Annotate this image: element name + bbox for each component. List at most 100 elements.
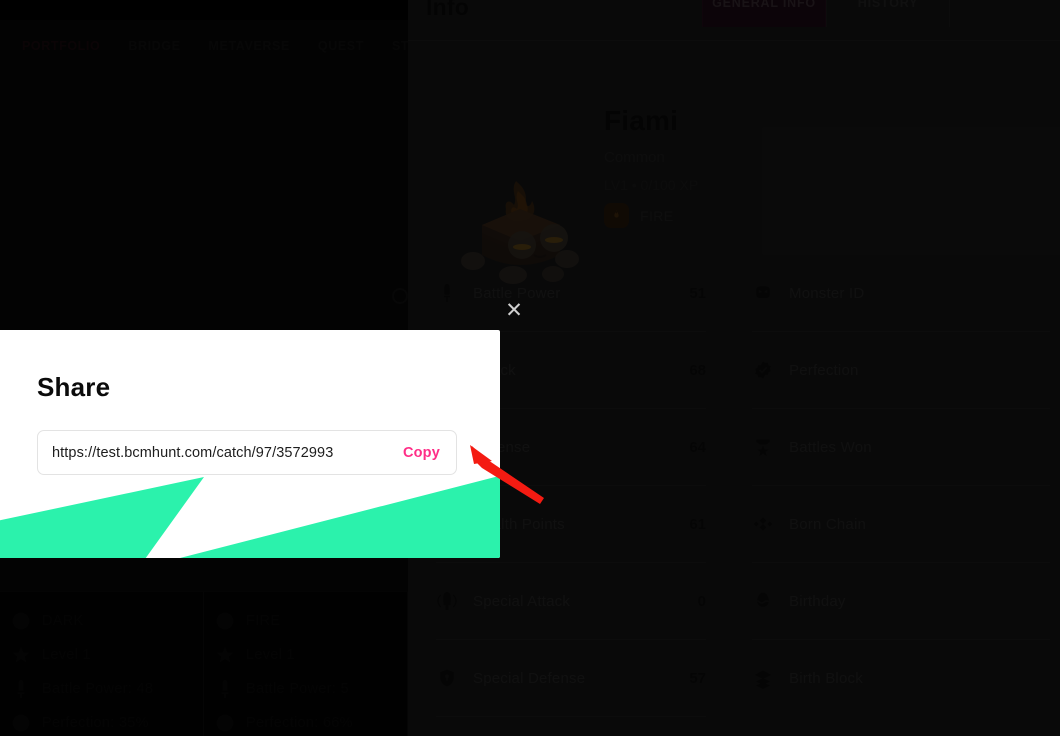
stat-row: Born Chain bbox=[752, 486, 1050, 563]
stat-value: 64 bbox=[689, 438, 706, 456]
monster-name: Fiami bbox=[604, 105, 679, 136]
special-attack-icon bbox=[436, 591, 458, 611]
medal-icon bbox=[752, 437, 774, 457]
card-element-row: DARK bbox=[10, 604, 195, 638]
card-perfection-label: Perfection: 66% bbox=[246, 715, 353, 731]
monster-face-icon bbox=[752, 283, 774, 303]
close-icon[interactable]: ✕ bbox=[503, 299, 525, 321]
element-dark-icon bbox=[10, 610, 32, 632]
nav-item-staking[interactable]: STAKING bbox=[392, 37, 408, 53]
card-power-label: Battle Power: 5 bbox=[246, 681, 349, 697]
share-url-input[interactable] bbox=[52, 444, 401, 461]
card-element-label: DARK bbox=[42, 613, 84, 629]
stats-column-right: Monster ID Perfection Battles Won Born C… bbox=[734, 255, 1060, 736]
card-level-row: Level 1 bbox=[214, 638, 399, 672]
nav-item-quest[interactable]: QUEST bbox=[318, 37, 364, 53]
tab-history[interactable]: HISTORY bbox=[826, 0, 950, 27]
stat-row: Birthday bbox=[752, 563, 1050, 640]
tab-label: HISTORY bbox=[857, 0, 919, 10]
sword-icon bbox=[436, 283, 458, 303]
card-perfection-row: Perfection: 35% bbox=[10, 706, 195, 736]
egg-icon bbox=[752, 591, 774, 611]
stat-value: 0 bbox=[697, 592, 706, 610]
nav-item-portfolio[interactable]: PORTFOLIO bbox=[22, 37, 100, 53]
layers-icon bbox=[752, 669, 774, 689]
stat-label: Perfection bbox=[789, 361, 859, 379]
chain-diamond-icon bbox=[752, 514, 774, 534]
stat-label: Attack bbox=[473, 362, 674, 379]
stat-row: Speed 81 bbox=[436, 717, 706, 736]
stat-row: Special Defense 57 bbox=[436, 640, 706, 717]
card-level-row: Level 1 bbox=[10, 638, 195, 672]
nav-item-bridge[interactable]: BRIDGE bbox=[128, 37, 180, 53]
stat-label: Birth Block bbox=[789, 670, 863, 687]
close-glyph: ✕ bbox=[505, 298, 523, 322]
monster-hero: Fiami Common LV1 • 0/100 XP FIRE bbox=[408, 41, 1060, 284]
card-power-label: Battle Power: 48 bbox=[42, 681, 154, 697]
card-level-label: Level 1 bbox=[246, 647, 295, 663]
star-icon bbox=[214, 644, 236, 666]
top-bar bbox=[0, 0, 408, 20]
main-navigation[interactable]: PORTFOLIO BRIDGE METAVERSE QUEST STAKING… bbox=[0, 20, 408, 70]
app-root: PORTFOLIO BRIDGE METAVERSE QUEST STAKING… bbox=[0, 0, 1060, 736]
stat-value: 51 bbox=[689, 284, 706, 302]
stage-marker-icon bbox=[392, 288, 408, 304]
stat-row: Birth Block bbox=[752, 640, 1050, 717]
stat-label: Monster ID bbox=[789, 284, 865, 302]
share-title: Share bbox=[37, 372, 111, 402]
monster-card-list: DARK Level 1 Battle Power: 48 Perfection… bbox=[0, 591, 408, 736]
stat-label: Battles Won bbox=[789, 438, 872, 456]
special-defense-icon bbox=[436, 668, 458, 688]
stat-value: 68 bbox=[689, 361, 706, 379]
stat-row: Battle Power 51 bbox=[436, 255, 706, 332]
card-level-label: Level 1 bbox=[42, 647, 91, 663]
monster-info-panel: Info GENERAL INFO HISTORY Fiami Common L… bbox=[408, 0, 1060, 736]
stat-value: 61 bbox=[689, 515, 706, 533]
nav-label: METAVERSE bbox=[208, 39, 290, 53]
star-icon bbox=[10, 644, 32, 666]
monster-level-xp: LV1 • 0/100 XP bbox=[604, 177, 699, 193]
page-title: Info bbox=[426, 0, 469, 20]
stat-row: Special Attack 0 bbox=[436, 563, 706, 640]
stat-row: Monster ID bbox=[752, 255, 1050, 332]
monster-card-fire[interactable]: FIRE Level 1 Battle Power: 5 Perfection:… bbox=[204, 591, 408, 736]
check-badge-icon bbox=[10, 712, 32, 734]
stat-label: Health Points bbox=[473, 515, 565, 533]
card-element-row: FIRE bbox=[214, 604, 399, 638]
monster-element: FIRE bbox=[604, 203, 698, 228]
card-perfection-row: Perfection: 66% bbox=[214, 706, 399, 736]
element-fire-icon bbox=[214, 610, 236, 632]
share-dialog: Share Copy bbox=[0, 330, 500, 558]
nav-label: STAKING bbox=[391, 39, 408, 53]
stat-label: Special Defense bbox=[473, 669, 586, 687]
monster-element-label: FIRE bbox=[640, 207, 674, 224]
card-power-row: Battle Power: 48 bbox=[10, 672, 195, 706]
stat-label: Birthday bbox=[789, 592, 846, 610]
monster-card-dark[interactable]: DARK Level 1 Battle Power: 48 Perfection… bbox=[0, 591, 204, 736]
nav-label: QUEST bbox=[317, 39, 364, 53]
check-badge-icon bbox=[214, 712, 236, 734]
nav-label: BRIDGE bbox=[128, 39, 181, 53]
stat-row: Perfection bbox=[752, 332, 1050, 409]
sword-icon bbox=[10, 678, 32, 700]
card-perfection-label: Perfection: 35% bbox=[42, 715, 149, 731]
stat-value: 57 bbox=[689, 669, 706, 687]
stat-label: Defense bbox=[473, 438, 531, 456]
card-power-row: Battle Power: 5 bbox=[214, 672, 399, 706]
nav-item-metaverse[interactable]: METAVERSE bbox=[209, 37, 290, 53]
stat-label: Born Chain bbox=[789, 515, 867, 533]
stat-row: Battles Won bbox=[752, 409, 1050, 486]
nav-label: PORTFOLIO bbox=[22, 39, 101, 53]
panel-header: Info GENERAL INFO HISTORY bbox=[408, 0, 1060, 41]
copy-button[interactable]: Copy bbox=[401, 445, 442, 461]
card-element-label: FIRE bbox=[246, 613, 281, 629]
tab-general-info[interactable]: GENERAL INFO bbox=[702, 0, 826, 27]
check-badge-icon bbox=[752, 360, 774, 380]
monster-meta: Fiami Common LV1 • 0/100 XP FIRE bbox=[604, 105, 698, 228]
sword-icon bbox=[214, 678, 236, 700]
stat-label: Special Attack bbox=[473, 592, 571, 610]
fire-icon bbox=[604, 203, 629, 228]
monster-stats: Battle Power 51 Attack 68 Defense 64 Hea… bbox=[408, 255, 1060, 736]
share-link-field[interactable]: Copy bbox=[37, 430, 457, 475]
panel-tabs[interactable]: GENERAL INFO HISTORY bbox=[702, 0, 950, 27]
